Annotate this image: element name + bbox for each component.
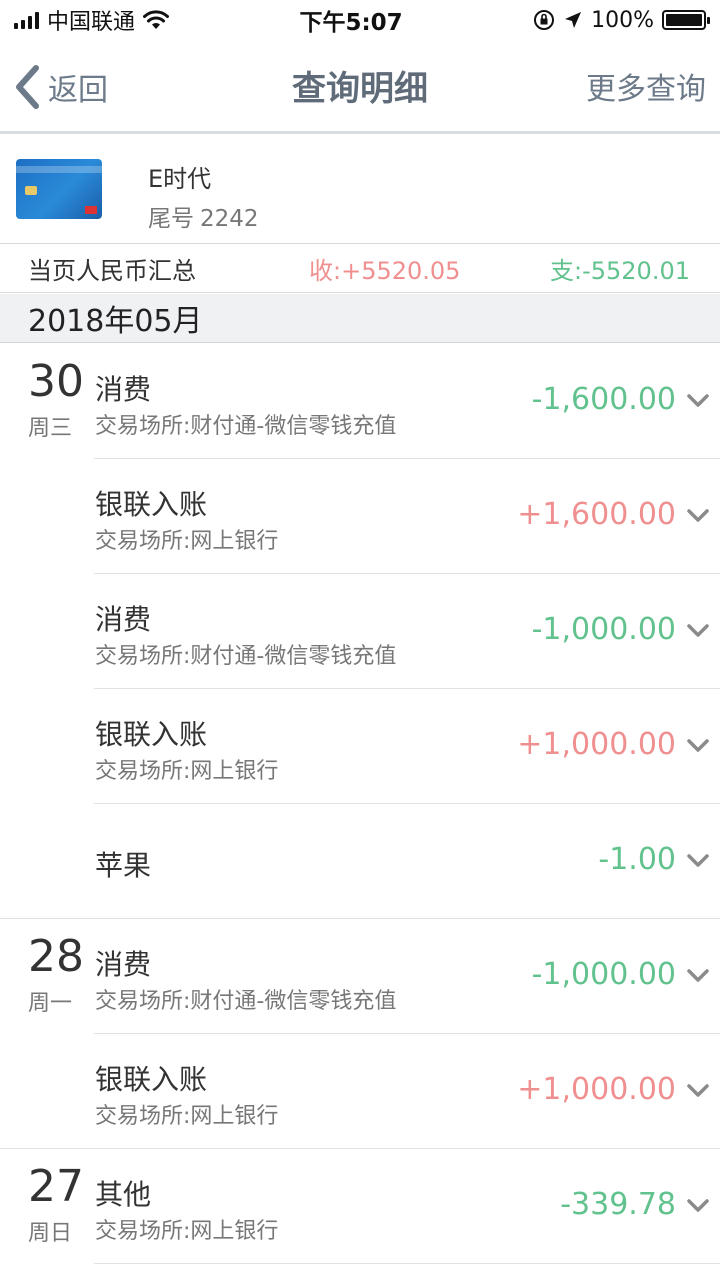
location-icon	[565, 12, 582, 28]
tx-type: 消费	[95, 373, 152, 406]
transaction-row[interactable]: 银联入账 交易场所:网上银行 +1,600.00	[0, 459, 720, 574]
transaction-row[interactable]: 30 周三 消费 交易场所:财付通-微信零钱充值 -1,600.00	[0, 344, 720, 459]
navigation-bar: 返回 查询明细 更多查询	[0, 40, 720, 134]
tx-amount: +1,000.00	[517, 727, 676, 762]
carrier-label: 中国联通	[47, 10, 136, 35]
summary-income: 收:+5520.05	[309, 257, 461, 285]
chevron-down-icon[interactable]	[686, 738, 710, 754]
tx-type: 银联入账	[95, 488, 208, 521]
transaction-row[interactable]: 苹果 -1.00	[0, 804, 720, 919]
tx-place: 交易场所:网上银行	[95, 529, 279, 554]
chevron-down-icon[interactable]	[686, 853, 710, 869]
tx-amount: -1,000.00	[531, 957, 676, 992]
tx-amount: -339.78	[560, 1187, 676, 1222]
tx-type: 苹果	[95, 849, 152, 882]
chevron-down-icon[interactable]	[686, 393, 710, 409]
tx-type: 银联入账	[95, 1063, 208, 1096]
back-label: 返回	[48, 73, 108, 108]
tx-place: 交易场所:财付通-微信零钱充值	[95, 989, 397, 1014]
account-tail-number: 2242	[200, 206, 259, 232]
bank-card-image	[16, 159, 102, 219]
tx-place: 交易场所:网上银行	[95, 759, 279, 784]
tx-weekday: 周三	[28, 416, 73, 441]
status-left: 中国联通	[14, 4, 170, 36]
tx-day: 30	[28, 356, 84, 407]
transaction-list: 30 周三 消费 交易场所:财付通-微信零钱充值 -1,600.00 银联入账 …	[0, 344, 720, 1264]
status-right: 100%	[533, 7, 710, 33]
transaction-row[interactable]: 银联入账 交易场所:网上银行 +1,000.00	[0, 689, 720, 804]
wifi-icon	[143, 10, 170, 29]
tx-amount: +1,000.00	[517, 1072, 676, 1107]
tx-place: 交易场所:网上银行	[95, 1104, 279, 1129]
page-summary: 当页人民币汇总 收:+5520.05 支:-5520.01	[0, 245, 720, 293]
tx-amount: +1,600.00	[517, 497, 676, 532]
chevron-down-icon[interactable]	[686, 1198, 710, 1214]
tx-day: 27	[28, 1161, 84, 1212]
tx-type: 银联入账	[95, 718, 208, 751]
summary-expense: 支:-5520.01	[550, 257, 690, 285]
tx-weekday: 周日	[28, 1221, 73, 1246]
battery-fill	[665, 14, 702, 26]
transaction-row[interactable]: 消费 交易场所:财付通-微信零钱充值 -1,000.00	[0, 574, 720, 689]
tx-type: 消费	[95, 948, 152, 981]
account-header: E时代 尾号 2242	[0, 137, 720, 244]
tx-type: 消费	[95, 603, 152, 636]
more-query-button[interactable]: 更多查询	[586, 64, 706, 108]
chevron-left-icon	[16, 65, 39, 109]
battery-percent: 100%	[591, 7, 654, 33]
summary-label: 当页人民币汇总	[28, 257, 196, 285]
account-tail-label: 尾号	[148, 206, 194, 232]
tx-place: 交易场所:网上银行	[95, 1219, 279, 1244]
status-time: 下午5:07	[299, 10, 403, 36]
transaction-row[interactable]: 27 周日 其他 交易场所:网上银行 -339.78	[0, 1149, 720, 1264]
account-name: E时代	[148, 165, 212, 193]
tx-place: 交易场所:财付通-微信零钱充值	[95, 414, 397, 439]
row-divider	[94, 1263, 720, 1264]
account-tail: 尾号 2242	[148, 199, 259, 233]
month-header: 2018年05月	[0, 294, 720, 343]
tx-day: 28	[28, 931, 84, 982]
chevron-down-icon[interactable]	[686, 623, 710, 639]
signal-icon	[14, 11, 39, 29]
tx-weekday: 周一	[28, 991, 73, 1016]
transaction-row[interactable]: 28 周一 消费 交易场所:财付通-微信零钱充值 -1,000.00	[0, 919, 720, 1034]
back-button[interactable]: 返回	[14, 40, 108, 134]
rotation-lock-icon	[534, 10, 555, 30]
tx-amount: -1.00	[598, 842, 676, 877]
battery-icon	[661, 10, 710, 30]
status-bar: 中国联通 下午5:07 100%	[0, 0, 720, 40]
tx-type: 其他	[95, 1178, 152, 1211]
chevron-down-icon[interactable]	[686, 968, 710, 984]
transaction-row[interactable]: 银联入账 交易场所:网上银行 +1,000.00	[0, 1034, 720, 1149]
tx-place: 交易场所:财付通-微信零钱充值	[95, 644, 397, 669]
tx-amount: -1,000.00	[531, 612, 676, 647]
tx-amount: -1,600.00	[531, 382, 676, 417]
chevron-down-icon[interactable]	[686, 508, 710, 524]
chevron-down-icon[interactable]	[686, 1083, 710, 1099]
